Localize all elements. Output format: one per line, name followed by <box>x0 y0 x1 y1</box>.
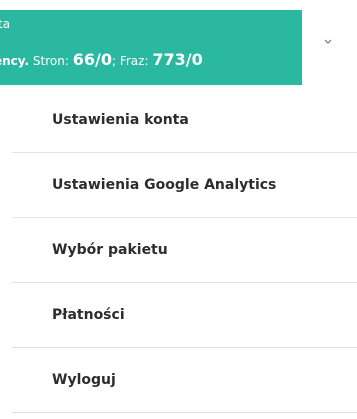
account-header: ta ency. Stron: 66/0; Fraz: 773/0 <box>0 0 357 88</box>
account-summary-button[interactable]: ta ency. Stron: 66/0; Fraz: 773/0 <box>0 10 302 85</box>
account-menu: Ustawienia konta Ustawienia Google Analy… <box>0 88 357 419</box>
menu-item-google-analytics-settings[interactable]: Ustawienia Google Analytics <box>12 153 357 218</box>
phrases-label: Fraz: <box>119 54 149 68</box>
menu-item-label: Wyloguj <box>52 372 116 388</box>
stats-separator: ; <box>111 54 117 68</box>
menu-item-label: Ustawienia konta <box>52 112 189 128</box>
menu-item-package-selection[interactable]: Wybór pakietu <box>12 218 357 283</box>
menu-item-logout[interactable]: Wyloguj <box>12 348 357 413</box>
menu-item-label: Płatności <box>52 307 125 323</box>
pages-label: Stron: <box>32 54 69 68</box>
menu-item-account-settings[interactable]: Ustawienia konta <box>12 88 357 153</box>
account-dropdown: ta ency. Stron: 66/0; Fraz: 773/0 Ustawi… <box>0 0 357 419</box>
phrases-value: 773/0 <box>152 50 203 69</box>
menu-item-label: Ustawienia Google Analytics <box>52 177 277 193</box>
menu-item-label: Wybór pakietu <box>52 242 168 258</box>
menu-item-payments[interactable]: Płatności <box>12 283 357 348</box>
account-name: ta <box>0 17 11 31</box>
account-stats: ency. Stron: 66/0; Fraz: 773/0 <box>0 50 203 71</box>
chevron-down-icon[interactable] <box>322 36 334 46</box>
pages-value: 66/0 <box>72 50 112 69</box>
account-type-label: ency. <box>0 54 30 68</box>
